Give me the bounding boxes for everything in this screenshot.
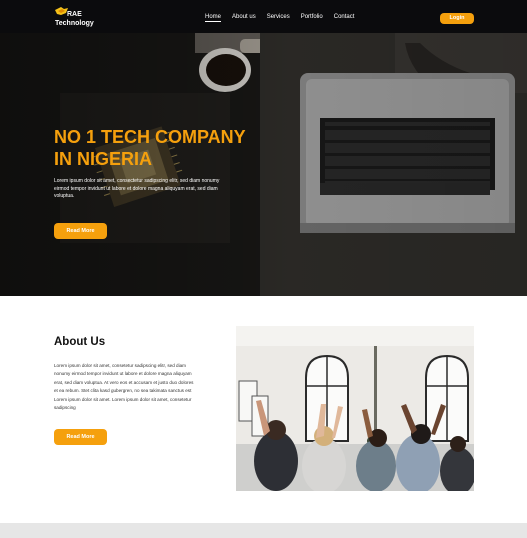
nav-links: Home About us Services Portfolio Contact bbox=[205, 13, 365, 22]
nav-link-contact[interactable]: Contact bbox=[334, 13, 355, 22]
brand-subname: Technology bbox=[55, 20, 94, 27]
about-team-photo bbox=[236, 326, 474, 491]
about-title: About Us bbox=[54, 336, 106, 348]
about-description: Lorem ipsum dolor sit amet, consetetur s… bbox=[54, 363, 194, 411]
top-navbar: RAE Technology Home About us Services Po… bbox=[0, 0, 527, 33]
nav-link-portfolio[interactable]: Portfolio bbox=[301, 13, 323, 22]
nav-link-about[interactable]: About us bbox=[232, 13, 256, 22]
hero-title: NO 1 TECH COMPANY IN NIGERIA bbox=[54, 126, 294, 170]
hero-title-line1: NO 1 TECH COMPANY bbox=[54, 127, 246, 147]
hero-description: Lorem ipsum dolor sit amet, consectetur … bbox=[54, 178, 220, 199]
team-celebration-image bbox=[236, 326, 474, 491]
brand-name: RAE bbox=[67, 11, 82, 18]
nav-link-services[interactable]: Services bbox=[267, 13, 290, 22]
hero-read-more-button[interactable]: Read More bbox=[54, 223, 107, 239]
login-button[interactable]: Login bbox=[440, 13, 474, 24]
hero-title-line2: IN NIGERIA bbox=[54, 149, 153, 169]
footer-band bbox=[0, 523, 527, 538]
nav-link-home[interactable]: Home bbox=[205, 13, 222, 22]
brand-logo[interactable]: RAE Technology bbox=[55, 7, 115, 29]
about-read-more-button[interactable]: Read More bbox=[54, 429, 107, 445]
hero-section: NO 1 TECH COMPANY IN NIGERIA Lorem ipsum… bbox=[0, 33, 527, 296]
